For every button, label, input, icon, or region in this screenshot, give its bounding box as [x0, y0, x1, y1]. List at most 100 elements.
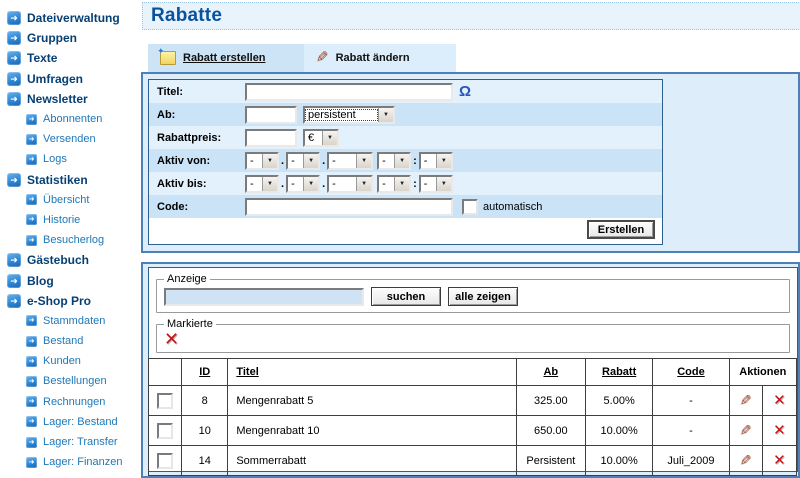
tab-rabatt-erstellen[interactable]: ✦ Rabatt erstellen	[148, 44, 304, 72]
sidebar-item-abonnenten[interactable]: ➜Abonnenten	[0, 109, 141, 129]
arrow-icon: ➜	[26, 235, 37, 246]
ab-label: Ab:	[149, 109, 245, 121]
date-select[interactable]: -▼	[286, 175, 320, 193]
sidebar-item-kunden[interactable]: ➜Kunden	[0, 351, 141, 371]
sidebar-item-lager-finanzen[interactable]: ➜Lager: Finanzen	[0, 452, 141, 472]
arrow-icon: ➜	[26, 376, 37, 387]
row-delete-cell: ✕	[762, 416, 796, 446]
sidebar-item-blog[interactable]: ➜ Blog	[0, 270, 141, 290]
sort-ab-link[interactable]: Ab	[543, 366, 558, 378]
date-select[interactable]: -▼	[286, 152, 320, 170]
row-titel: Mengenrabatt 5	[228, 386, 516, 416]
chevron-down-icon: ▼	[262, 154, 277, 168]
date-select-value: -	[421, 178, 436, 190]
chevron-down-icon: ▼	[436, 154, 451, 168]
sidebar-item-logs[interactable]: ➜Logs	[0, 149, 141, 169]
ab-type-select[interactable]: persistent ▼	[303, 106, 395, 124]
date-separator: .	[322, 155, 325, 167]
sidebar-item-label: Blog	[27, 274, 54, 288]
rabattpreis-input[interactable]	[245, 129, 297, 147]
sidebar-item-statistiken[interactable]: ➜Statistiken	[0, 170, 141, 190]
aktionen-header: Aktionen	[739, 366, 786, 378]
date-select[interactable]: -▼	[245, 152, 279, 170]
code-input[interactable]	[245, 198, 453, 216]
sort-titel-link[interactable]: Titel	[236, 366, 258, 378]
edit-pencil-icon[interactable]: ✎	[740, 424, 752, 436]
sidebar-item-newsletter[interactable]: ➜Newsletter	[0, 89, 141, 109]
titel-input[interactable]	[245, 83, 453, 101]
form-row-code: Code: automatisch	[149, 195, 662, 218]
sidebar-item-historie[interactable]: ➜Historie	[0, 210, 141, 230]
select-column-header	[149, 359, 182, 386]
aktiv-bis-date-selects: -▼.-▼.-▼-▼:-▼	[245, 175, 453, 193]
sidebar-item-versenden[interactable]: ➜Versenden	[0, 129, 141, 149]
date-select[interactable]: -▼	[245, 175, 279, 193]
edit-pencil-icon[interactable]: ✎	[740, 394, 752, 406]
sidebar-item-besucherlog[interactable]: ➜Besucherlog	[0, 230, 141, 250]
discount-table: ID Titel Ab Rabatt Code Aktionen 8Mengen…	[148, 358, 797, 476]
anzeige-fieldset: Anzeige suchen alle zeigen	[156, 273, 790, 313]
date-select[interactable]: -▼	[419, 152, 453, 170]
sort-id-link[interactable]: ID	[199, 366, 210, 378]
row-checkbox[interactable]	[157, 453, 173, 469]
code-label: Code:	[149, 201, 245, 213]
arrow-icon: ➜	[26, 134, 37, 145]
sidebar-item-umfragen[interactable]: ➜Umfragen	[0, 69, 141, 89]
sidebar-item-übersicht[interactable]: ➜Übersicht	[0, 190, 141, 210]
date-select[interactable]: -▼	[327, 175, 373, 193]
sidebar-item-lager-transfer[interactable]: ➜Lager: Transfer	[0, 432, 141, 452]
arrow-icon: ➜	[7, 294, 21, 308]
date-select-value: -	[288, 178, 303, 190]
row-checkbox[interactable]	[157, 393, 173, 409]
alle-zeigen-button[interactable]: alle zeigen	[448, 287, 518, 306]
sidebar-item-rechnungen[interactable]: ➜Rechnungen	[0, 392, 141, 412]
discount-list-panel: Anzeige suchen alle zeigen Markierte ✕	[141, 262, 800, 478]
delete-x-icon[interactable]: ✕	[773, 392, 786, 409]
date-separator: .	[322, 178, 325, 190]
sort-rabatt-link[interactable]: Rabatt	[602, 366, 636, 378]
sidebar-item-dateiverwaltung[interactable]: ➜Dateiverwaltung	[0, 8, 141, 28]
sidebar-item-label: Lager: Finanzen	[43, 456, 123, 468]
erstellen-button[interactable]: Erstellen	[587, 220, 655, 239]
chevron-down-icon: ▼	[436, 177, 451, 191]
sidebar-item-bestand[interactable]: ➜Bestand	[0, 331, 141, 351]
sidebar-item-gruppen[interactable]: ➜Gruppen	[0, 28, 141, 48]
chevron-down-icon: ▼	[303, 154, 318, 168]
automatisch-checkbox[interactable]	[462, 199, 478, 215]
search-input[interactable]	[164, 288, 364, 306]
sidebar-item-gästebuch[interactable]: ➜Gästebuch	[0, 250, 141, 270]
sort-code-link[interactable]: Code	[677, 366, 705, 378]
delete-x-icon[interactable]: ✕	[773, 422, 786, 439]
form-row-aktiv-von: Aktiv von: -▼.-▼.-▼-▼:-▼	[149, 149, 662, 172]
date-select[interactable]: -▼	[419, 175, 453, 193]
tab-rabatt-aendern[interactable]: ✎ Rabatt ändern	[304, 44, 456, 72]
row-checkbox[interactable]	[157, 423, 173, 439]
sidebar-item-stammdaten[interactable]: ➜Stammdaten	[0, 311, 141, 331]
row-titel: Sommerrabatt	[228, 446, 516, 476]
sidebar-item-label: Lager: Bestand	[43, 416, 118, 428]
sidebar-item-label: Übersicht	[43, 194, 89, 206]
date-select[interactable]: -▼	[377, 152, 411, 170]
arrow-icon: ➜	[7, 11, 21, 25]
delete-x-icon[interactable]: ✕	[773, 452, 786, 469]
main-content: Rabatte ✦ Rabatt erstellen ✎ Rabatt ände…	[141, 0, 800, 476]
special-char-omega-button[interactable]: Ω	[459, 83, 471, 100]
date-select[interactable]: -▼	[377, 175, 411, 193]
create-discount-form: Titel: Ω Ab: persistent ▼ Rabattpreis: €…	[148, 79, 663, 245]
arrow-icon: ➜	[7, 31, 21, 45]
arrow-icon: ➜	[7, 72, 21, 86]
sidebar-item-lager-bestand[interactable]: ➜Lager: Bestand	[0, 412, 141, 432]
ab-input[interactable]	[245, 106, 297, 124]
currency-select[interactable]: € ▼	[303, 129, 339, 147]
chevron-down-icon: ▼	[394, 154, 409, 168]
arrow-icon: ➜	[7, 274, 21, 288]
aktiv-bis-label: Aktiv bis:	[149, 178, 245, 190]
edit-pencil-icon[interactable]: ✎	[740, 454, 752, 466]
date-select[interactable]: -▼	[327, 152, 373, 170]
sidebar-item-e-shop-pro[interactable]: ➜e-Shop Pro	[0, 291, 141, 311]
sidebar-item-texte[interactable]: ➜Texte	[0, 48, 141, 68]
sidebar-item-bestellungen[interactable]: ➜Bestellungen	[0, 371, 141, 391]
delete-marked-icon[interactable]: ✕	[164, 332, 179, 346]
table-header-row: ID Titel Ab Rabatt Code Aktionen	[149, 359, 797, 386]
suchen-button[interactable]: suchen	[371, 287, 441, 306]
